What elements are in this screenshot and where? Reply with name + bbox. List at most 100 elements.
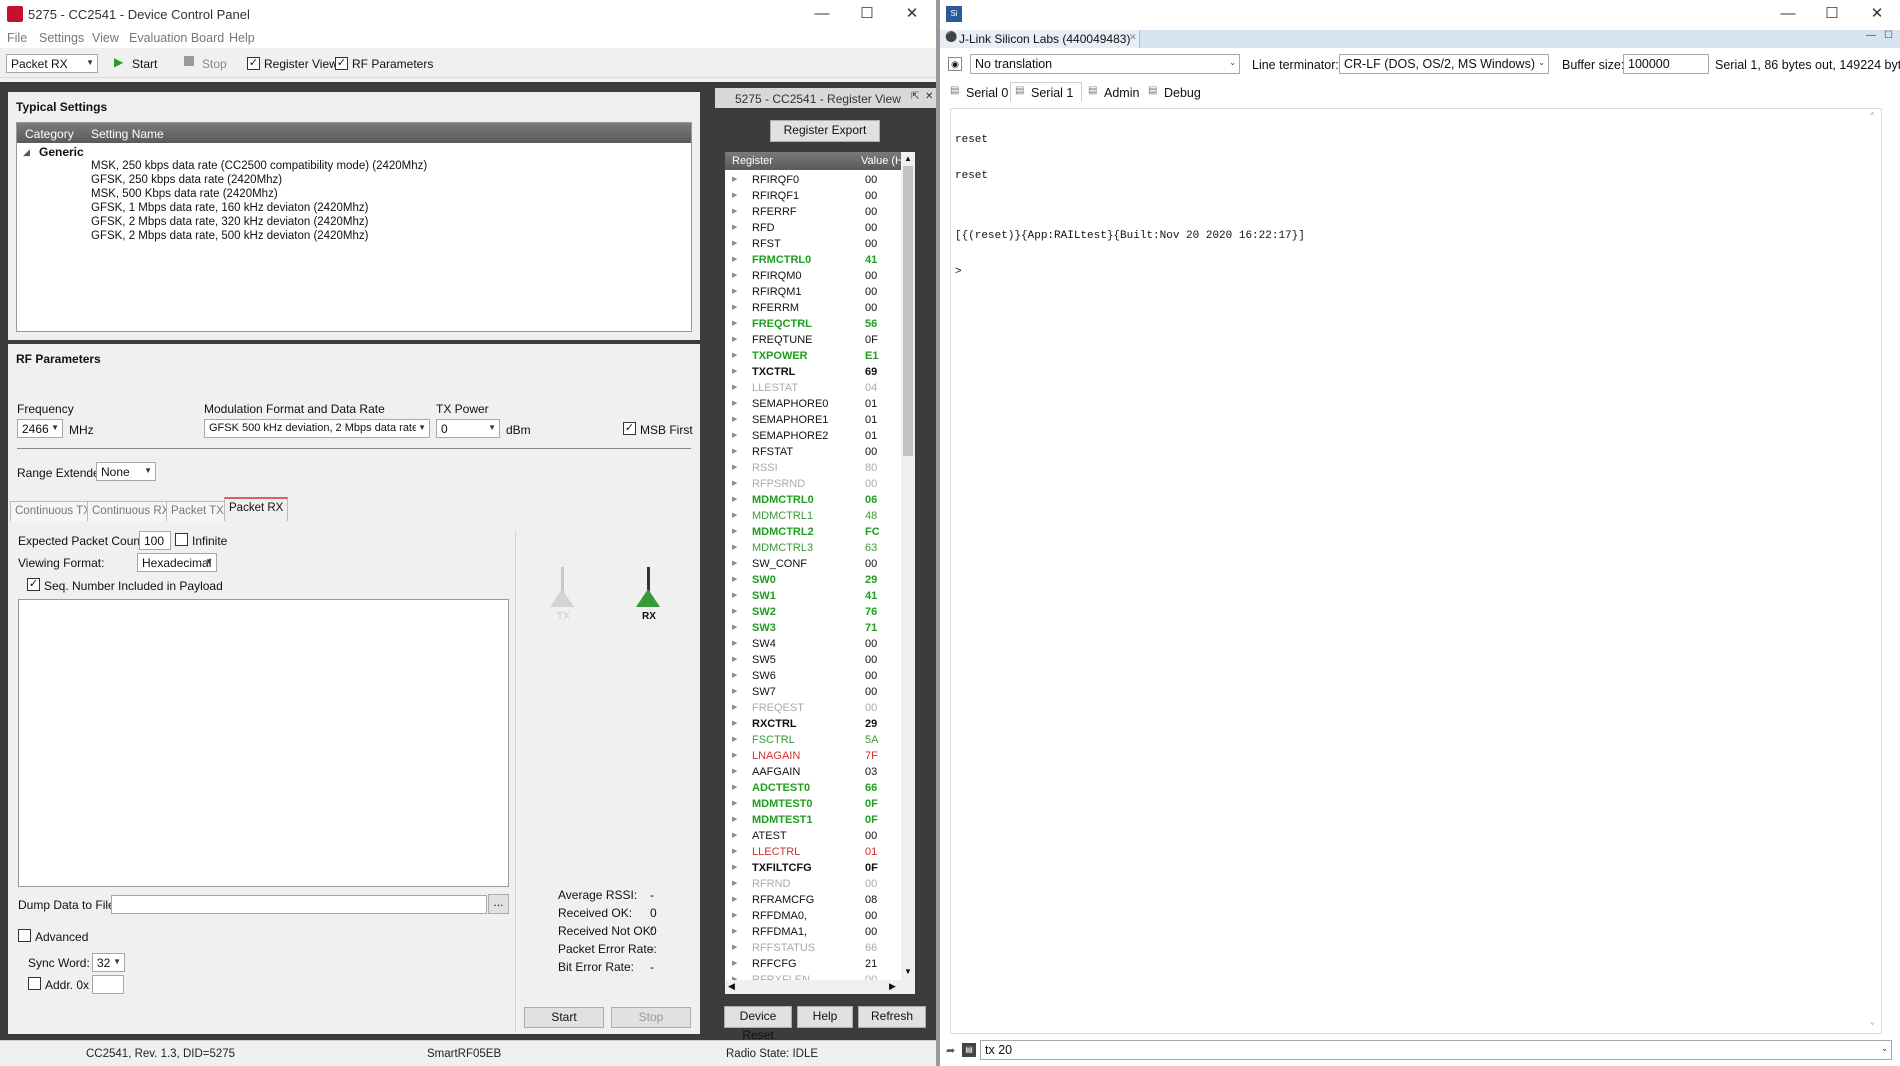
expand-icon[interactable]: ▶ — [732, 575, 737, 583]
register-row[interactable]: ▶ SW1 41 — [725, 588, 915, 604]
register-export-button[interactable]: Register Export — [770, 120, 880, 142]
register-value[interactable]: 00 — [865, 478, 877, 490]
modulation-select[interactable]: GFSK 500 kHz deviation, 2 Mbps data rate… — [204, 419, 430, 438]
refresh-button[interactable]: Refresh — [858, 1006, 926, 1028]
rx-start-button[interactable]: Start — [524, 1007, 604, 1028]
register-value[interactable]: 66 — [865, 782, 877, 794]
stop-icon[interactable] — [184, 56, 194, 66]
msb-first-checkbox[interactable]: ✓ — [623, 422, 636, 435]
maximize-icon[interactable]: ☐ — [857, 4, 877, 24]
register-row[interactable]: ▶ MDMTEST1 0F — [725, 812, 915, 828]
expand-icon[interactable]: ▶ — [732, 719, 737, 727]
tab-continuous-tx[interactable]: Continuous TX — [10, 501, 96, 521]
register-row[interactable]: ▶ TXFILTCFG 0F — [725, 860, 915, 876]
register-value[interactable]: 00 — [865, 238, 877, 250]
expand-icon[interactable]: ▶ — [732, 303, 737, 311]
expand-icon[interactable]: ▶ — [732, 527, 737, 535]
register-row[interactable]: ▶ LLESTAT 04 — [725, 380, 915, 396]
register-row[interactable]: ▶ MDMTEST0 0F — [725, 796, 915, 812]
minimize-view-icon[interactable]: — — [1866, 30, 1876, 41]
play-icon[interactable]: ▶ — [114, 55, 123, 69]
register-row[interactable]: ▶ FREQTUNE 0F — [725, 332, 915, 348]
menu-evaluation-board[interactable]: Evaluation Board — [129, 31, 224, 45]
setting-row[interactable]: MSK, 500 Kbps data rate (2420Mhz) — [91, 188, 278, 200]
float-icon[interactable]: ⇱ — [911, 91, 919, 102]
expand-icon[interactable]: ▶ — [732, 591, 737, 599]
setting-row[interactable]: GFSK, 2 Mbps data rate, 500 kHz deviaton… — [91, 230, 368, 242]
expand-icon[interactable]: ▶ — [732, 895, 737, 903]
register-value[interactable]: 21 — [865, 958, 877, 970]
expand-icon[interactable]: ▶ — [732, 399, 737, 407]
register-value[interactable]: 01 — [865, 430, 877, 442]
addr-input[interactable] — [92, 975, 124, 994]
register-row[interactable]: ▶ ATEST 00 — [725, 828, 915, 844]
register-vertical-scrollbar[interactable]: ▲ ▼ — [901, 152, 915, 980]
close-icon[interactable]: ✕ — [925, 91, 933, 102]
setting-row[interactable]: MSK, 250 kbps data rate (CC2500 compatib… — [91, 160, 427, 172]
register-value[interactable]: 01 — [865, 414, 877, 426]
rx-stop-button[interactable]: Stop — [611, 1007, 691, 1028]
expand-icon[interactable]: ▶ — [732, 319, 737, 327]
expand-icon[interactable]: ▶ — [732, 543, 737, 551]
register-row[interactable]: ▶ RSSI 80 — [725, 460, 915, 476]
terminal-icon[interactable]: ▤ — [962, 1043, 976, 1057]
register-row[interactable]: ▶ RXCTRL 29 — [725, 716, 915, 732]
expand-icon[interactable]: ▶ — [732, 239, 737, 247]
scroll-down-icon[interactable]: ▼ — [904, 967, 912, 976]
expand-icon[interactable]: ▶ — [732, 671, 737, 679]
menu-settings[interactable]: Settings — [39, 31, 84, 45]
seq-number-checkbox[interactable]: ✓ — [27, 578, 40, 591]
tx-switch-icon[interactable]: TX — [544, 565, 582, 625]
range-extender-select[interactable]: None ▼ — [96, 462, 156, 481]
expand-icon[interactable]: ▶ — [732, 447, 737, 455]
expand-icon[interactable]: ▶ — [732, 911, 737, 919]
expand-icon[interactable]: ▶ — [732, 495, 737, 503]
register-row[interactable]: ▶ RFFDMA1, 00 — [725, 924, 915, 940]
jlink-view-tab[interactable]: ⚫ J-Link Silicon Labs (440049483) ✕ — [940, 30, 1140, 48]
register-horizontal-scrollbar[interactable]: ◀ ▶ — [725, 980, 915, 994]
register-row[interactable]: ▶ FRMCTRL0 41 — [725, 252, 915, 268]
register-row[interactable]: ▶ RFFSTATUS 66 — [725, 940, 915, 956]
register-row[interactable]: ▶ SW4 00 — [725, 636, 915, 652]
terminal-output[interactable]: reset reset [{(reset)}{App:RAILtest}{Bui… — [950, 108, 1882, 1034]
expand-icon[interactable]: ▶ — [732, 703, 737, 711]
register-value[interactable]: 69 — [865, 366, 877, 378]
expand-icon[interactable]: ▶ — [732, 559, 737, 567]
line-terminator-select[interactable]: CR-LF (DOS, OS/2, MS Windows) ⌄ — [1339, 54, 1549, 74]
register-row[interactable]: ▶ RFIRQM1 00 — [725, 284, 915, 300]
dump-file-input[interactable] — [111, 895, 487, 914]
menu-file[interactable]: File — [7, 31, 27, 45]
scroll-right-icon[interactable]: ▶ — [889, 981, 896, 992]
scroll-up-icon[interactable]: ▲ — [904, 154, 912, 163]
register-value[interactable]: 00 — [865, 558, 877, 570]
expand-icon[interactable]: ▶ — [732, 383, 737, 391]
expand-icon[interactable]: ▶ — [732, 223, 737, 231]
register-row[interactable]: ▶ SW0 29 — [725, 572, 915, 588]
register-row[interactable]: ▶ RFST 00 — [725, 236, 915, 252]
register-view-checkbox[interactable]: ✓ — [247, 57, 260, 70]
register-value[interactable]: 63 — [865, 542, 877, 554]
register-row[interactable]: ▶ TXPOWER E1 — [725, 348, 915, 364]
setting-row[interactable]: GFSK, 250 kbps data rate (2420Mhz) — [91, 174, 282, 186]
register-row[interactable]: ▶ RFRND 00 — [725, 876, 915, 892]
register-row[interactable]: ▶ RFSTAT 00 — [725, 444, 915, 460]
expand-icon[interactable]: ▶ — [732, 927, 737, 935]
close-icon[interactable]: ✕ — [1129, 32, 1137, 43]
expand-icon[interactable]: ▶ — [732, 255, 737, 263]
register-value[interactable]: 03 — [865, 766, 877, 778]
register-value[interactable]: 0F — [865, 814, 878, 826]
setting-row[interactable]: GFSK, 1 Mbps data rate, 160 kHz deviaton… — [91, 202, 368, 214]
register-value[interactable]: 00 — [865, 670, 877, 682]
register-value[interactable]: 71 — [865, 622, 877, 634]
scroll-down-icon[interactable]: ⌄ — [1870, 1017, 1875, 1029]
expand-icon[interactable]: ▶ — [732, 799, 737, 807]
minimize-icon[interactable]: — — [1778, 4, 1798, 24]
addr-checkbox[interactable] — [28, 977, 41, 990]
register-value[interactable]: 0F — [865, 798, 878, 810]
expand-icon[interactable]: ▶ — [732, 191, 737, 199]
register-row[interactable]: ▶ FSCTRL 5A — [725, 732, 915, 748]
register-value[interactable]: 08 — [865, 894, 877, 906]
col-setting-name[interactable]: Setting Name — [91, 127, 164, 141]
maximize-view-icon[interactable]: ☐ — [1884, 30, 1893, 41]
register-value[interactable]: 00 — [865, 910, 877, 922]
